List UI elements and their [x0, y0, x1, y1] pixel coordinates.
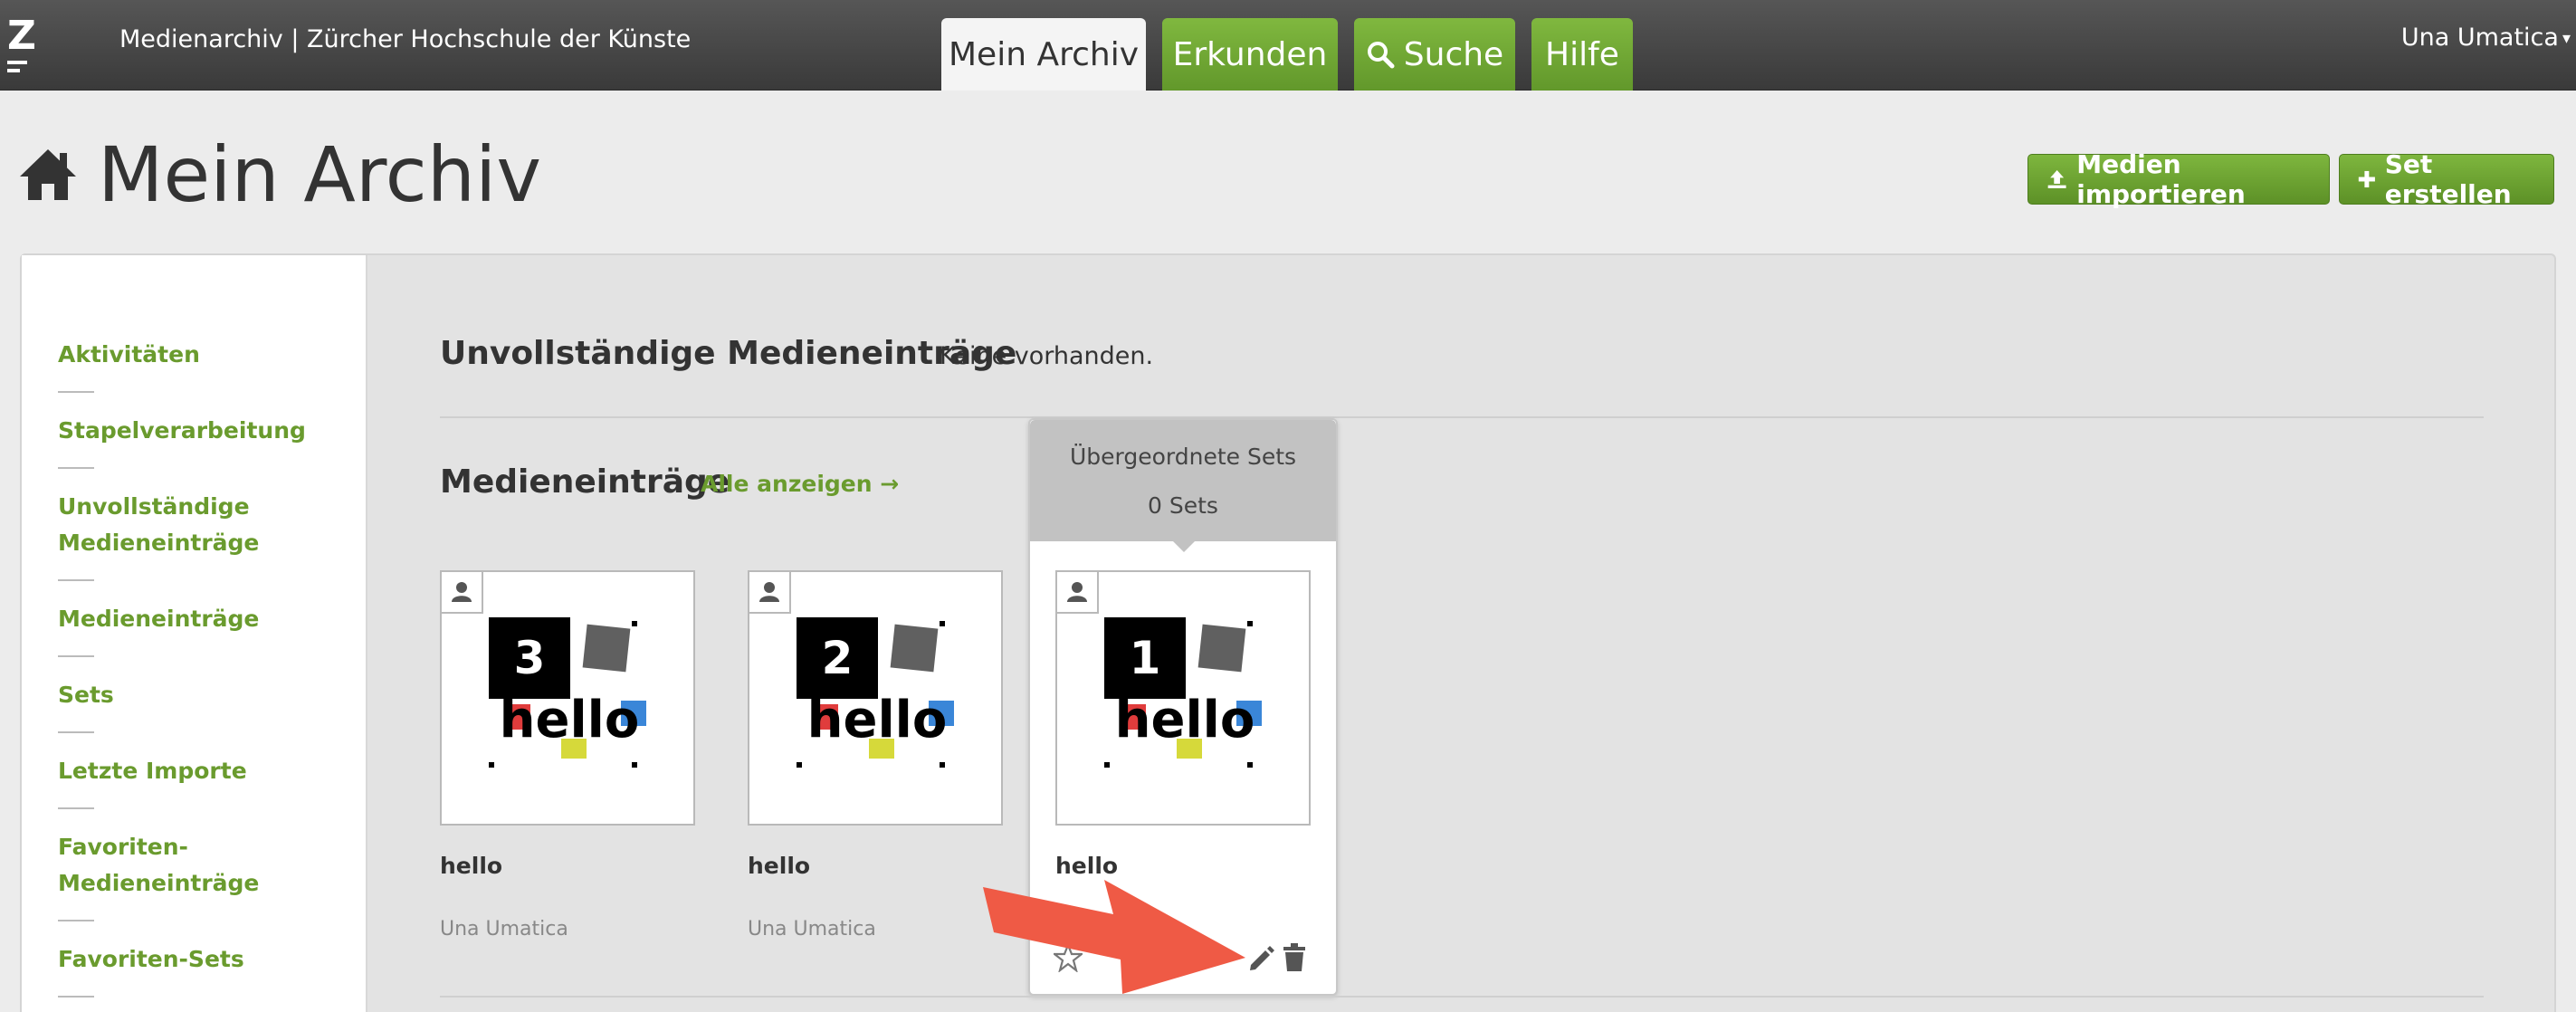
- search-icon: [1367, 42, 1395, 69]
- import-media-button[interactable]: Medien importieren: [2027, 149, 2330, 209]
- parent-sets-header[interactable]: Übergeordnete Sets 0 Sets: [1030, 420, 1336, 541]
- parent-sets-count: 0 Sets: [1148, 492, 1218, 519]
- section-divider: [440, 996, 2484, 998]
- import-media-label: Medien importieren: [2076, 149, 2246, 209]
- edit-pencil-icon[interactable]: [1247, 945, 1274, 976]
- app-title[interactable]: Medienarchiv | Zürcher Hochschule der Kü…: [119, 25, 691, 53]
- page-title: Mein Archiv: [98, 130, 542, 219]
- logo-bar: [7, 69, 20, 72]
- create-set-label: Set erstellen: [2384, 149, 2512, 209]
- tab-label: Erkunden: [1172, 35, 1328, 73]
- home-icon: [20, 149, 76, 200]
- sidebar-item-aktivitaeten[interactable]: Aktivitäten: [58, 337, 200, 373]
- sidebar-item-unvollstaendige[interactable]: Unvollständige Medieneinträge: [58, 489, 259, 561]
- sidebar-divider: [58, 731, 94, 733]
- logo-bar: [7, 61, 27, 64]
- plus-icon: [2358, 170, 2375, 188]
- upload-icon: [2047, 170, 2066, 188]
- incomplete-empty-note: Keine vorhanden.: [940, 342, 1154, 370]
- tab-erkunden[interactable]: Erkunden: [1162, 18, 1338, 91]
- create-set-button[interactable]: Set erstellen: [2339, 149, 2554, 209]
- user-name: Una Umatica: [2400, 24, 2559, 52]
- media-author: Una Umatica: [440, 918, 568, 940]
- page-heading: Mein Archiv: [18, 130, 541, 219]
- sidebar-item-sets[interactable]: Sets: [58, 677, 114, 713]
- show-all-link[interactable]: Alle anzeigen →: [701, 471, 899, 497]
- logo-letter: Z: [7, 13, 36, 59]
- section-divider: [440, 416, 2484, 418]
- media-title[interactable]: hello: [748, 853, 810, 879]
- thumbnail-text: hello: [1115, 691, 1255, 749]
- user-icon: [442, 572, 483, 614]
- thumbnail-image: 2 hello: [797, 617, 954, 768]
- hover-pointer: [1171, 539, 1197, 552]
- tab-label: Suche: [1403, 35, 1504, 73]
- thumbnail-number: 2: [822, 632, 854, 684]
- sidebar-item-letzte-importe[interactable]: Letzte Importe: [58, 753, 247, 789]
- sidebar-divider: [58, 807, 94, 809]
- sidebar-item-favoriten-sets[interactable]: Favoriten-Sets: [58, 941, 244, 978]
- tab-label: Hilfe: [1545, 35, 1619, 73]
- user-icon: [749, 572, 791, 614]
- parent-sets-label: Übergeordnete Sets: [1069, 444, 1297, 470]
- sidebar-item-label: Medieneinträge: [58, 530, 260, 556]
- media-title[interactable]: hello: [440, 853, 502, 879]
- thumbnail-number: 3: [514, 632, 546, 684]
- annotation-arrow-icon: [983, 880, 1245, 994]
- sidebar-divider: [58, 920, 94, 921]
- sidebar-item-medieneintraege[interactable]: Medieneinträge: [58, 601, 259, 637]
- thumbnail-image: 3 hello: [489, 617, 646, 768]
- sidebar-item-stapelverarbeitung[interactable]: Stapelverarbeitung: [58, 413, 306, 449]
- thumbnail-text: hello: [807, 691, 948, 749]
- media-section-title: Medieneinträge: [440, 463, 730, 501]
- sidebar-divider: [58, 391, 94, 393]
- sidebar-divider: [58, 655, 94, 657]
- sidebar-item-favoriten-medieneintraege[interactable]: Favoriten- Medieneinträge: [58, 829, 259, 902]
- trash-icon[interactable]: [1282, 943, 1307, 976]
- tab-label: Mein Archiv: [948, 35, 1140, 73]
- sidebar: Aktivitäten Stapelverarbeitung Unvollstä…: [22, 255, 367, 1012]
- media-author: Una Umatica: [748, 918, 876, 940]
- thumbnail-image: 1 hello: [1104, 617, 1262, 768]
- thumbnail-text: hello: [500, 691, 640, 749]
- sidebar-divider: [58, 467, 94, 469]
- chevron-down-icon: ▾: [2562, 29, 2571, 48]
- media-thumbnail-2[interactable]: 2 hello: [748, 570, 1003, 826]
- tab-suche[interactable]: Suche: [1354, 18, 1515, 91]
- tab-hilfe[interactable]: Hilfe: [1531, 18, 1633, 91]
- user-icon: [1057, 572, 1099, 614]
- user-menu[interactable]: Una Umatica ▾: [2401, 24, 2571, 52]
- sidebar-item-label: Favoriten-: [58, 834, 188, 860]
- sidebar-divider: [58, 996, 94, 998]
- zhdk-logo[interactable]: Z: [7, 16, 43, 74]
- media-thumbnail-1[interactable]: 1 hello: [1055, 570, 1311, 826]
- thumbnail-number: 1: [1130, 632, 1161, 684]
- sidebar-item-label: Unvollständige: [58, 493, 250, 520]
- tab-mein-archiv[interactable]: Mein Archiv: [941, 18, 1146, 91]
- sidebar-item-label: Medieneinträge: [58, 870, 260, 896]
- sidebar-divider: [58, 579, 94, 581]
- media-thumbnail-3[interactable]: 3 hello: [440, 570, 695, 826]
- incomplete-section-title: Unvollständige Medieneinträge: [440, 335, 1017, 372]
- top-navigation-bar: Z Medienarchiv | Zürcher Hochschule der …: [0, 0, 2576, 91]
